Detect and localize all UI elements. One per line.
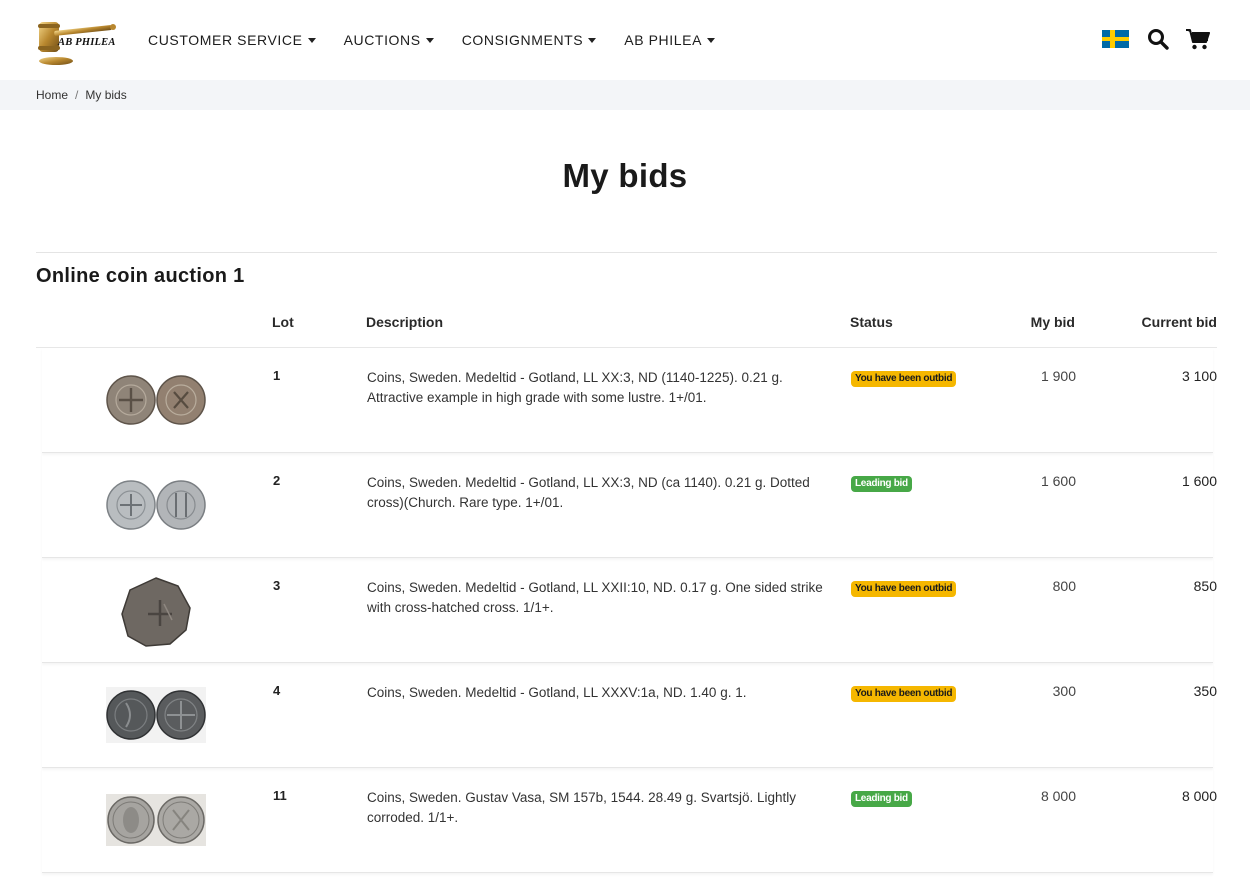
breadcrumb-home[interactable]: Home <box>36 88 68 102</box>
nav-auctions[interactable]: AUCTIONS <box>344 32 434 48</box>
search-icon <box>1148 29 1169 50</box>
my-bid-value: 1 600 <box>1040 473 1076 489</box>
current-bid-value: 3 100 <box>1181 368 1217 384</box>
lot-number[interactable]: 1 <box>273 368 280 383</box>
coin-thumbnail <box>121 577 191 647</box>
status-badge-outbid: You have been outbid <box>851 371 957 387</box>
header-actions <box>1102 27 1210 51</box>
breadcrumb-current: My bids <box>85 88 127 102</box>
coin-thumbnail <box>106 375 206 425</box>
status-cell: You have been outbid <box>851 578 957 597</box>
column-my-bid: My bid <box>1030 314 1075 330</box>
current-bid-value: 350 <box>1193 683 1217 699</box>
lot-number[interactable]: 3 <box>273 578 280 593</box>
nav-label: CONSIGNMENTS <box>461 32 584 48</box>
table-row[interactable]: 11 Coins, Sweden. Gustav Vasa, SM 157b, … <box>42 768 1217 873</box>
nav-label: AB PHILEA <box>624 32 703 48</box>
status-cell: Leading bid <box>851 788 912 807</box>
coin-image[interactable] <box>106 792 206 848</box>
nav-label: AUCTIONS <box>343 32 421 48</box>
lot-number[interactable]: 4 <box>273 683 280 698</box>
coin-image[interactable] <box>106 477 206 533</box>
my-bid-value: 8 000 <box>1040 788 1076 804</box>
nav-label: CUSTOMER SERVICE <box>148 32 303 48</box>
lot-description: Coins, Sweden. Medeltid - Gotland, LL XX… <box>367 475 810 510</box>
current-bid-value: 1 600 <box>1181 473 1217 489</box>
coin-image[interactable] <box>106 687 206 743</box>
table-row[interactable]: 2 Coins, Sweden. Medeltid - Gotland, LL … <box>42 453 1217 558</box>
status-badge-leading: Leading bid <box>851 791 912 807</box>
top-navigation: AB PHILEA CUSTOMER SERVICE AUCTIONS CONS… <box>0 0 1250 80</box>
my-bid-value: 300 <box>1052 683 1076 699</box>
status-cell: You have been outbid <box>851 368 957 387</box>
coin-thumbnail <box>106 794 206 846</box>
table-row[interactable]: 4 Coins, Sweden. Medeltid - Gotland, LL … <box>42 663 1217 768</box>
nav-ab-philea[interactable]: AB PHILEA <box>624 32 716 48</box>
nav-consignments[interactable]: CONSIGNMENTS <box>462 32 597 48</box>
status-badge-outbid: You have been outbid <box>851 686 957 702</box>
breadcrumb: Home / My bids <box>0 80 1250 110</box>
caret-down-icon <box>307 38 316 43</box>
coin-image[interactable] <box>106 372 206 428</box>
breadcrumb-separator: / <box>75 88 79 102</box>
cart-icon <box>1186 29 1210 50</box>
section-divider <box>36 252 1217 253</box>
main-nav: CUSTOMER SERVICE AUCTIONS CONSIGNMENTS A… <box>148 32 743 48</box>
lot-number[interactable]: 2 <box>273 473 280 488</box>
column-status: Status <box>850 314 893 330</box>
status-cell: Leading bid <box>851 473 912 492</box>
auction-section: Online coin auction 1 Lot Description St… <box>36 252 1217 873</box>
status-cell: You have been outbid <box>851 683 957 702</box>
site-logo[interactable]: AB PHILEA <box>36 14 118 66</box>
lot-description: Coins, Sweden. Medeltid - Gotland, LL XX… <box>367 370 783 405</box>
current-bid-value: 850 <box>1193 578 1217 594</box>
coin-image[interactable] <box>106 577 206 647</box>
cart-button[interactable] <box>1186 27 1210 51</box>
nav-customer-service[interactable]: CUSTOMER SERVICE <box>148 32 316 48</box>
table-row[interactable]: 3 Coins, Sweden. Medeltid - Gotland, LL … <box>42 558 1217 663</box>
sweden-flag-icon[interactable] <box>1102 30 1129 48</box>
lot-description: Coins, Sweden. Medeltid - Gotland, LL XX… <box>367 580 823 615</box>
lot-description: Coins, Sweden. Gustav Vasa, SM 157b, 154… <box>367 790 796 825</box>
current-bid-value: 8 000 <box>1181 788 1217 804</box>
my-bid-value: 1 900 <box>1040 368 1076 384</box>
logo-text: AB PHILEA <box>58 37 116 48</box>
column-description: Description <box>366 314 444 330</box>
lot-description: Coins, Sweden. Medeltid - Gotland, LL XX… <box>367 685 747 700</box>
page-title: My bids <box>562 157 688 194</box>
column-lot: Lot <box>272 314 294 330</box>
lot-number[interactable]: 11 <box>273 788 287 803</box>
caret-down-icon <box>588 38 597 43</box>
bids-table-header: Lot Description Status My bid Current bi… <box>36 288 1217 348</box>
caret-down-icon <box>707 38 716 43</box>
auction-title: Online coin auction 1 <box>36 265 245 287</box>
table-row[interactable]: 1 Coins, Sweden. Medeltid - Gotland, LL … <box>42 348 1217 453</box>
coin-thumbnail <box>106 480 206 530</box>
status-badge-outbid: You have been outbid <box>851 581 957 597</box>
coin-thumbnail <box>106 687 206 743</box>
search-button[interactable] <box>1146 27 1170 51</box>
status-badge-leading: Leading bid <box>851 476 912 492</box>
caret-down-icon <box>425 38 434 43</box>
my-bid-value: 800 <box>1052 578 1076 594</box>
column-current-bid: Current bid <box>1141 314 1217 330</box>
